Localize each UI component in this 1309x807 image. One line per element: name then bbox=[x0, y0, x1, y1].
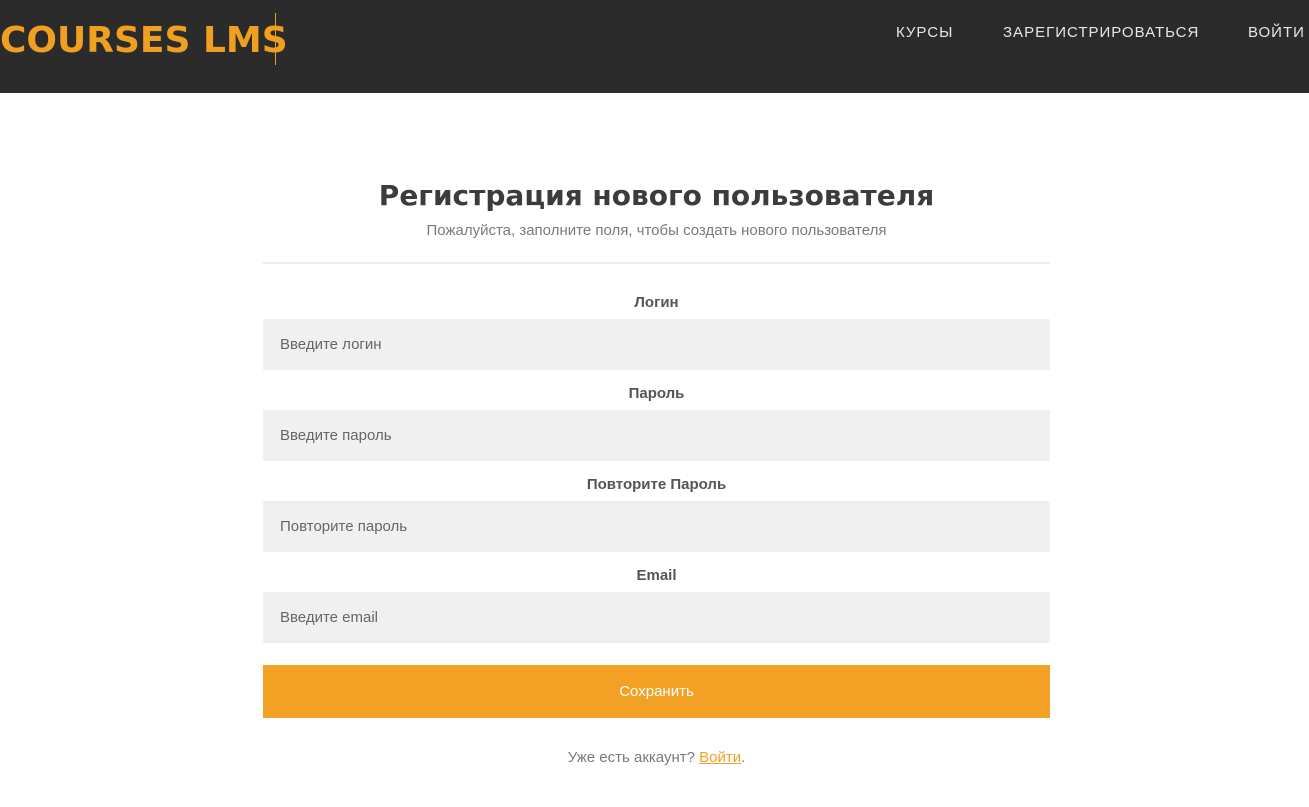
nav-register-link[interactable]: ЗАРЕГИСТРИРОВАТЬСЯ bbox=[1003, 23, 1199, 43]
email-input[interactable] bbox=[263, 592, 1050, 643]
password-repeat-label: Повторите Пароль bbox=[586, 476, 727, 493]
login-input[interactable] bbox=[263, 319, 1050, 370]
login-prompt: Уже есть аккаунт? Войти. bbox=[263, 748, 1050, 768]
page-subtitle: Пожалуйста, заполните поля, чтобы создат… bbox=[426, 222, 887, 239]
nav-courses-link[interactable]: КУРСЫ bbox=[896, 23, 953, 43]
login-link[interactable]: Войти bbox=[699, 749, 741, 766]
brand-logo[interactable]: COURSES LMS bbox=[0, 17, 288, 65]
page-title: Регистрация нового пользователя bbox=[378, 179, 935, 212]
password-label: Пароль bbox=[628, 385, 685, 402]
password-repeat-input[interactable] bbox=[263, 501, 1050, 552]
login-prompt-end: . bbox=[741, 749, 746, 766]
brand-divider bbox=[275, 13, 276, 65]
nav-login-link[interactable]: ВОЙТИ bbox=[1248, 23, 1305, 43]
top-navbar: COURSES LMS КУРСЫ ЗАРЕГИСТРИРОВАТЬСЯ ВОЙ… bbox=[0, 0, 1309, 93]
divider bbox=[263, 262, 1050, 264]
password-input[interactable] bbox=[263, 410, 1050, 461]
email-label: Email bbox=[636, 567, 677, 584]
login-label: Логин bbox=[634, 294, 679, 311]
login-prompt-text: Уже есть аккаунт? bbox=[567, 749, 695, 766]
save-button[interactable]: Сохранить bbox=[263, 665, 1050, 718]
